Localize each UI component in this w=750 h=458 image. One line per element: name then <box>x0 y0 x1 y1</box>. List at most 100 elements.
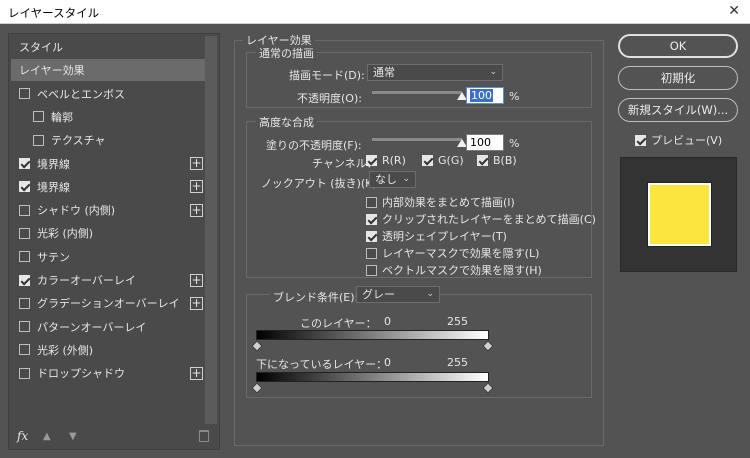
checkbox-icon[interactable] <box>33 134 44 146</box>
style-item[interactable]: 境界線 + <box>11 176 205 198</box>
underlying-layer-label: 下になっているレイヤー： <box>256 358 388 371</box>
style-item[interactable]: 境界線 + <box>11 153 205 175</box>
checkbox-icon[interactable] <box>19 367 30 379</box>
style-item-label: パターンオーバーレイ <box>37 320 147 334</box>
advanced-option-checkbox[interactable]: 透明シェイプレイヤー(T) <box>366 228 507 244</box>
this-layer-label: このレイヤー： <box>300 317 377 330</box>
fill-opacity-slider-track[interactable] <box>372 138 462 141</box>
normal-blending-title: 通常の描画 <box>256 45 317 61</box>
preview-checkbox[interactable]: プレビュー(V) <box>635 132 722 148</box>
reset-button[interactable]: 初期化 <box>618 66 738 90</box>
window-title: レイヤースタイル <box>8 6 100 20</box>
advanced-option-label: レイヤーマスクで効果を隠す(L) <box>382 247 540 260</box>
style-item[interactable]: サテン <box>11 246 205 268</box>
checkbox-icon[interactable] <box>33 111 44 123</box>
fill-opacity-percent: % <box>509 137 520 150</box>
close-icon[interactable]: ✕ <box>728 3 740 19</box>
this-layer-gradient <box>256 330 489 340</box>
style-item-label: 境界線 <box>37 157 70 171</box>
opacity-slider-track[interactable] <box>372 91 462 94</box>
advanced-option-label: 透明シェイプレイヤー(T) <box>382 230 507 243</box>
knockout-label: ノックアウト (抜き)(K): <box>261 177 381 190</box>
advanced-option-checkbox[interactable]: 内部効果をまとめて描画(I) <box>366 194 515 210</box>
style-item-label: レイヤー効果 <box>19 64 85 78</box>
style-item[interactable]: レイヤー効果 <box>11 59 205 82</box>
style-item[interactable]: ドロップシャドウ + <box>11 362 205 384</box>
move-up-icon[interactable]: ▲ <box>43 431 51 442</box>
style-item[interactable]: 光彩 (内側) <box>11 222 205 244</box>
add-effect-icon[interactable]: + <box>190 366 203 380</box>
channel-g-checkbox[interactable]: G(G) <box>422 154 464 167</box>
underlying-layer-gradient <box>256 372 489 382</box>
style-item[interactable]: シャドウ (内側) + <box>11 199 205 221</box>
fx-menu-button[interactable]: fx <box>17 429 28 443</box>
checkbox-icon[interactable] <box>19 321 30 333</box>
checkbox-icon[interactable] <box>19 181 30 193</box>
style-item[interactable]: ベベルとエンボス <box>11 83 205 105</box>
knockout-value: なし <box>375 173 397 186</box>
chevron-down-icon: ⌄ <box>426 289 434 299</box>
checkbox-icon <box>477 155 488 166</box>
style-item-label: 光彩 (外側) <box>37 343 94 357</box>
underlying-layer-min: 0 <box>384 356 391 369</box>
ok-button[interactable]: OK <box>618 34 738 58</box>
blend-mode-select[interactable]: 通常 ⌄ <box>367 64 503 81</box>
style-item[interactable]: カラーオーバーレイ + <box>11 269 205 291</box>
trash-icon[interactable] <box>199 430 209 442</box>
channel-r-checkbox[interactable]: R(R) <box>366 154 406 167</box>
preview-swatch <box>647 182 712 247</box>
checkbox-icon[interactable] <box>19 227 30 239</box>
knockout-select[interactable]: なし ⌄ <box>369 171 416 188</box>
advanced-option-checkbox[interactable]: クリップされたレイヤーをまとめて描画(C) <box>366 211 596 227</box>
style-item-label: 光彩 (内側) <box>37 227 94 241</box>
add-effect-icon[interactable]: + <box>190 157 203 170</box>
style-item-label: ドロップシャドウ <box>37 367 125 381</box>
style-item-label: サテン <box>37 250 70 264</box>
add-effect-icon[interactable]: + <box>190 180 203 194</box>
checkbox-icon <box>366 213 377 225</box>
checkbox-icon[interactable] <box>19 251 30 263</box>
styles-footer: fx ▲ ▼ <box>9 425 219 449</box>
styles-scrollbar[interactable] <box>205 36 217 424</box>
chevron-down-icon: ⌄ <box>402 174 410 184</box>
checkbox-icon[interactable] <box>19 204 30 216</box>
opacity-label: 不透明度(O): <box>297 92 362 105</box>
add-effect-icon[interactable]: + <box>190 296 203 310</box>
checkbox-icon[interactable] <box>19 344 30 356</box>
style-item-label: テクスチャ <box>51 134 106 148</box>
add-effect-icon[interactable]: + <box>190 203 203 217</box>
advanced-option-label: クリップされたレイヤーをまとめて描画(C) <box>382 213 596 226</box>
move-down-icon[interactable]: ▼ <box>69 431 77 442</box>
blend-mode-value: 通常 <box>373 66 395 79</box>
fill-opacity-input[interactable]: 100 <box>466 134 504 151</box>
blend-if-value: グレー <box>362 288 395 301</box>
opacity-percent: % <box>509 90 520 103</box>
style-item-label: シャドウ (内側) <box>37 204 116 218</box>
new-style-button[interactable]: 新規スタイル(W)... <box>618 98 738 122</box>
advanced-option-label: ベクトルマスクで効果を隠す(H) <box>382 264 542 277</box>
checkbox-icon[interactable] <box>19 88 30 100</box>
style-item[interactable]: テクスチャ <box>11 129 205 151</box>
advanced-option-label: 内部効果をまとめて描画(I) <box>382 196 515 209</box>
channel-b-checkbox[interactable]: B(B) <box>477 154 517 167</box>
style-item[interactable]: 輪郭 <box>11 106 205 128</box>
blend-if-label: ブレンド条件(E): <box>270 289 362 305</box>
style-item[interactable]: 光彩 (外側) <box>11 339 205 361</box>
checkbox-icon[interactable] <box>19 297 30 309</box>
fill-opacity-label: 塗りの不透明度(F): <box>266 139 362 152</box>
checkbox-icon[interactable] <box>19 274 30 286</box>
checkbox-icon[interactable] <box>19 158 30 169</box>
this-layer-min: 0 <box>384 315 391 328</box>
add-effect-icon[interactable]: + <box>190 273 203 287</box>
opacity-input[interactable]: 100 <box>466 87 504 104</box>
style-item-label: ベベルとエンボス <box>37 87 125 101</box>
blend-if-select[interactable]: グレー ⌄ <box>356 286 440 303</box>
style-item[interactable]: パターンオーバーレイ <box>11 316 205 338</box>
advanced-option-checkbox[interactable]: レイヤーマスクで効果を隠す(L) <box>366 245 539 261</box>
advanced-option-checkbox[interactable]: ベクトルマスクで効果を隠す(H) <box>366 262 542 278</box>
style-item[interactable]: グラデーションオーバーレイ + <box>11 292 205 314</box>
styles-panel: スタイル レイヤー効果 ベベルとエンボス 輪郭 テクスチャ 境界線 + 境界線 + シャドウ (内… <box>8 33 220 450</box>
style-item[interactable]: スタイル <box>11 36 205 58</box>
blend-if-group <box>246 294 592 398</box>
checkbox-icon <box>366 230 377 242</box>
